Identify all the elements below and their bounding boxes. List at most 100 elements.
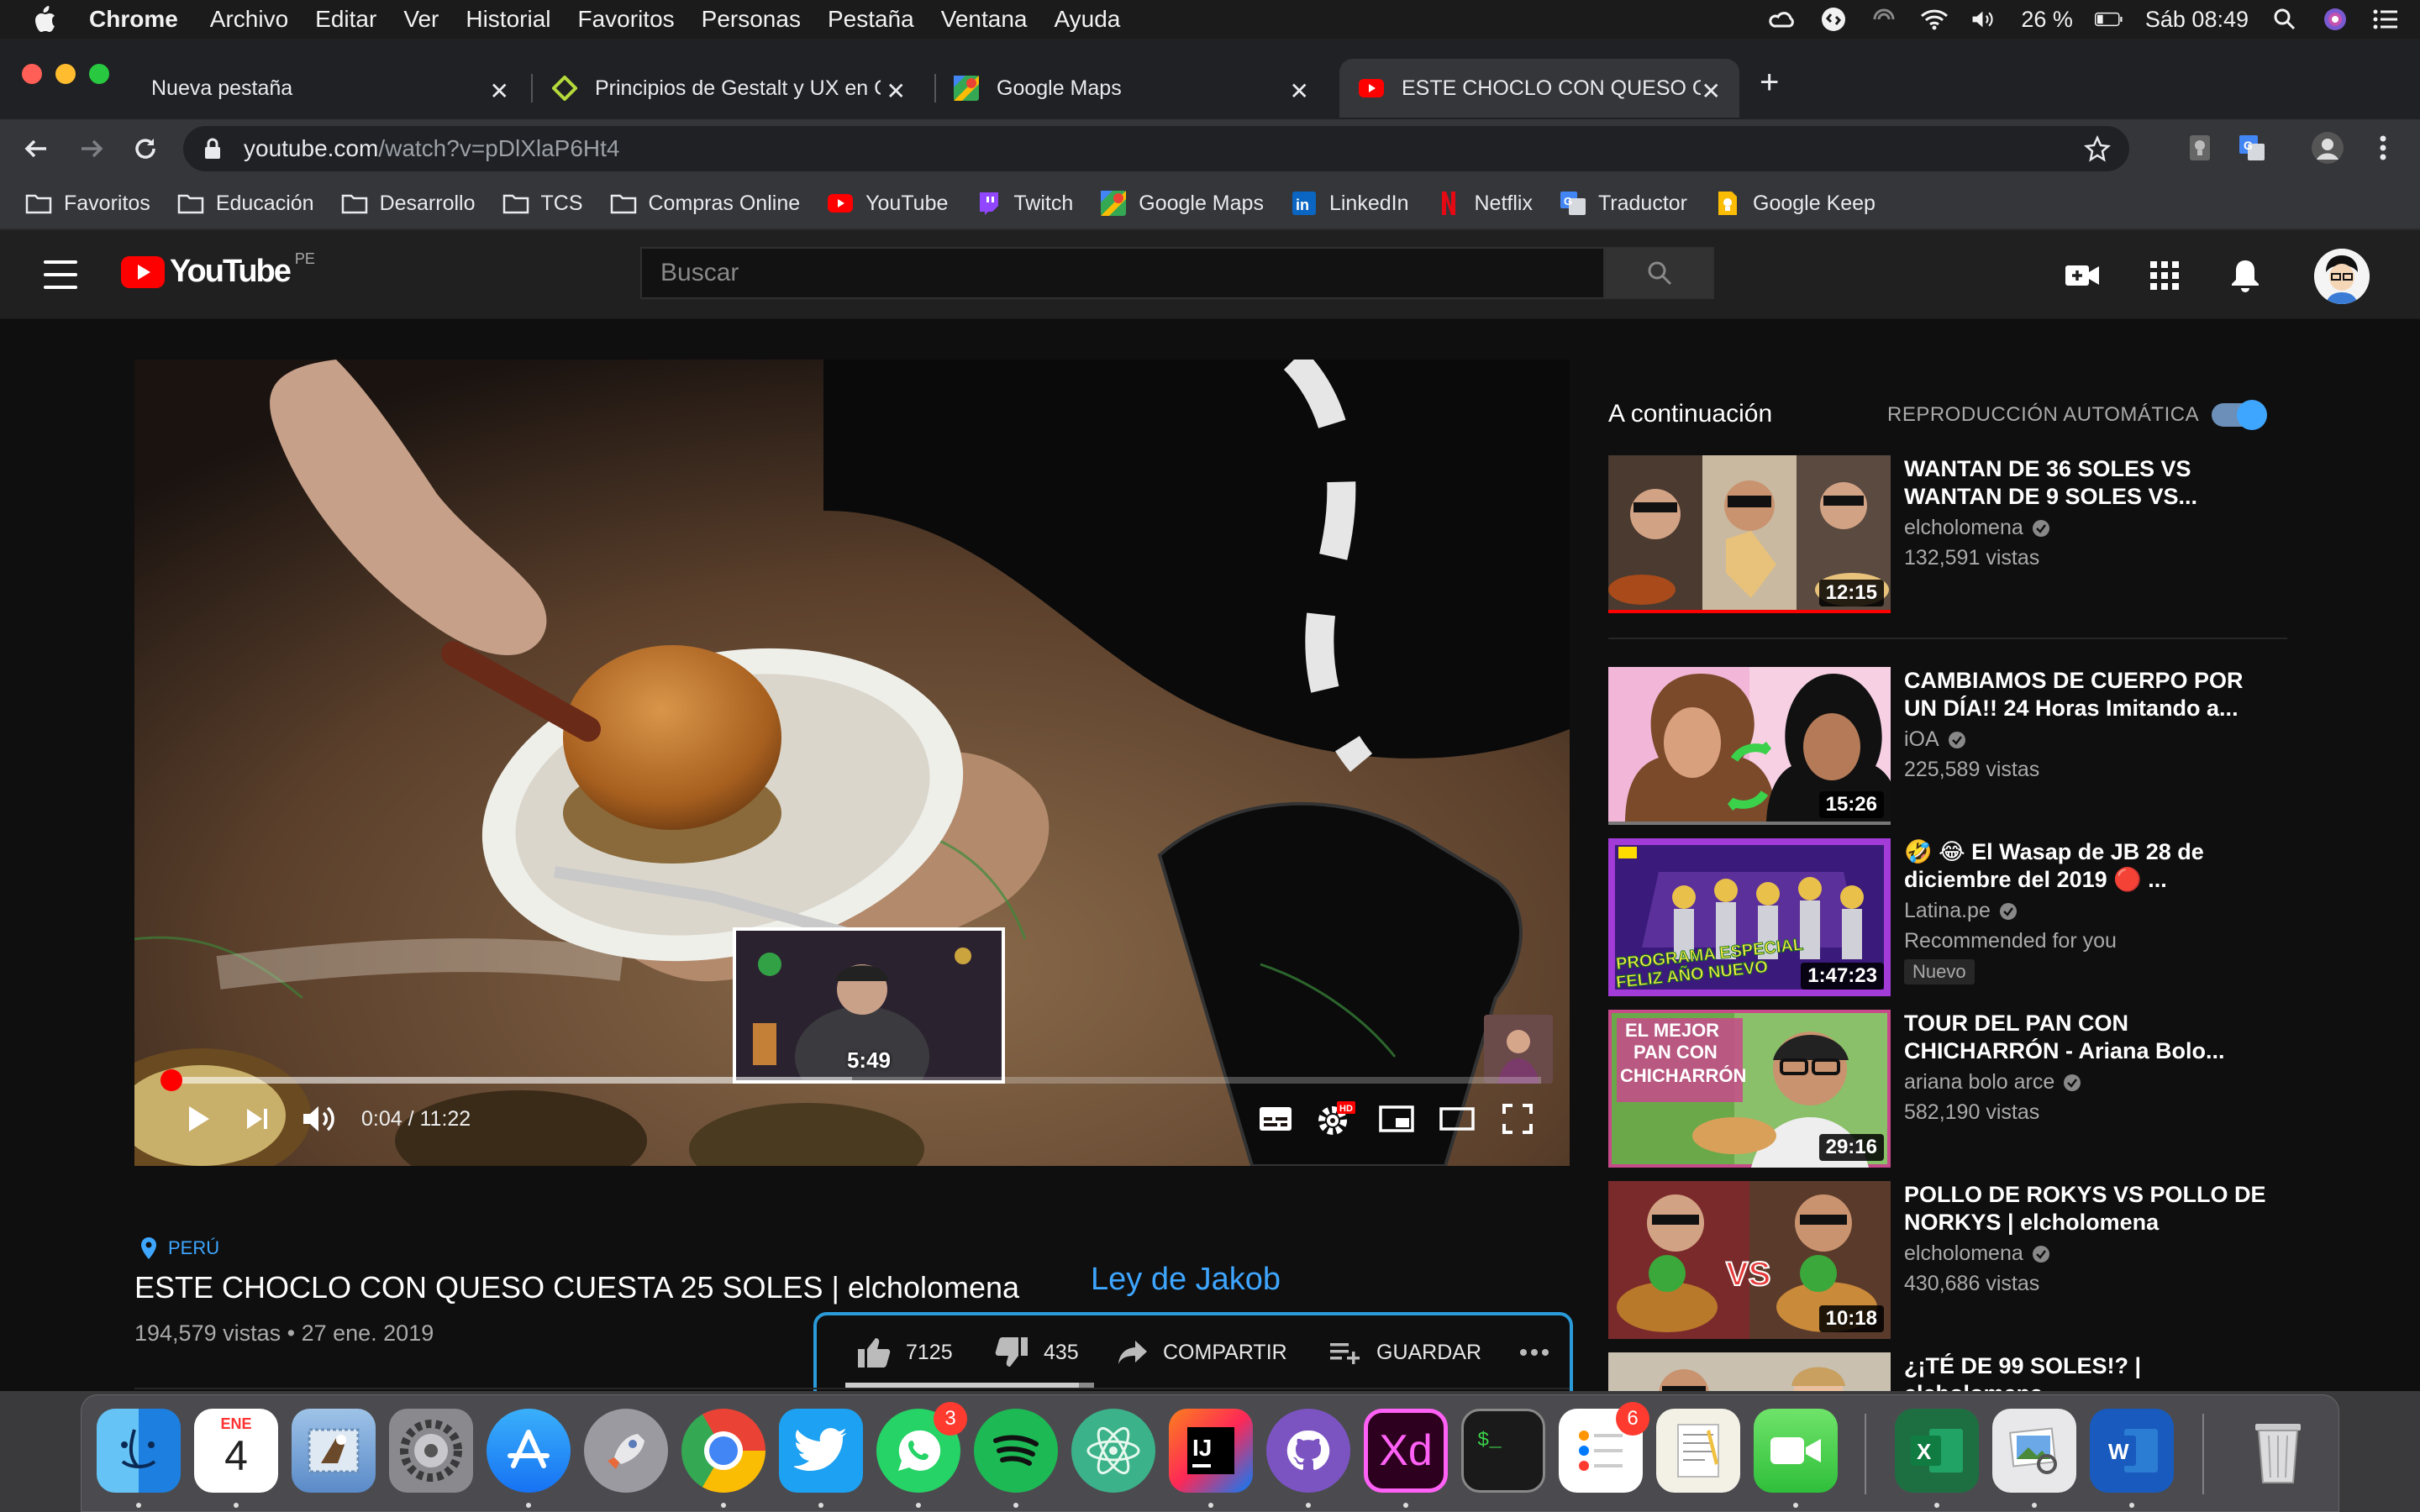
play-button[interactable] <box>178 1099 218 1139</box>
rec-channel[interactable]: elcholomena <box>1904 1242 2050 1266</box>
translate-extension-icon[interactable]: G <box>2235 131 2269 165</box>
rec-channel[interactable]: Latina.pe <box>1904 899 2018 923</box>
create-video-icon[interactable] <box>2064 257 2101 294</box>
activity-icon[interactable] <box>1870 5 1898 34</box>
siri-icon[interactable] <box>2321 5 2349 34</box>
close-tab-icon[interactable]: ✕ <box>490 77 509 105</box>
close-tab-icon[interactable]: ✕ <box>1702 77 1721 105</box>
progress-scrubber[interactable] <box>160 1069 182 1091</box>
calendar-icon[interactable]: ENE 4 <box>194 1409 278 1493</box>
recommended-video[interactable]: ¿¡TÉ DE 99 SOLES!? | elcholomena <box>1608 1352 2314 1391</box>
chrome-menu-icon[interactable] <box>2366 131 2400 165</box>
bookmark-desarrollo[interactable]: Desarrollo <box>341 192 476 216</box>
video-thumbnail[interactable]: PROGRAMA ESPECIAL FELIZ AÑO NUEVO 1:47:23 <box>1608 838 1891 996</box>
system-preferences-icon[interactable] <box>389 1409 473 1493</box>
rec-title[interactable]: WANTAN DE 36 SOLES VS WANTAN DE 9 SOLES … <box>1904 455 2274 511</box>
next-video-button[interactable] <box>237 1099 277 1139</box>
mute-button[interactable] <box>299 1099 339 1139</box>
forward-button[interactable] <box>72 129 111 168</box>
subtitles-button[interactable] <box>1255 1099 1296 1139</box>
finder-icon[interactable] <box>97 1409 181 1493</box>
reload-button[interactable] <box>126 129 165 168</box>
tab-gestalt[interactable]: Principios de Gestalt y UX en Cu ✕ <box>534 59 924 118</box>
atom-icon[interactable] <box>1071 1409 1155 1493</box>
preview-icon[interactable] <box>1992 1409 2076 1493</box>
rec-channel[interactable]: elcholomena <box>1904 516 2050 540</box>
save-button[interactable]: GUARDAR <box>1329 1332 1481 1373</box>
bookmark-netflix[interactable]: Netflix <box>1435 192 1533 216</box>
video-thumbnail[interactable]: VS 10:18 <box>1608 1181 1891 1339</box>
recommended-video[interactable]: VS 10:18 POLLO DE ROKYS VS POLLO DE NORK… <box>1608 1181 2314 1341</box>
rec-channel[interactable]: iOA <box>1904 727 1966 752</box>
location-tag[interactable]: PERÚ <box>139 1236 219 1260</box>
bookmark-star-icon[interactable] <box>2084 134 2111 168</box>
tab-google-maps[interactable]: Google Maps ✕ <box>938 59 1328 118</box>
bookmark-google-keep[interactable]: Google Keep <box>1714 192 1876 216</box>
menu-app-name[interactable]: Chrome <box>89 6 178 33</box>
spotify-icon[interactable] <box>974 1409 1058 1493</box>
recommended-video[interactable]: 12:15 WANTAN DE 36 SOLES VS WANTAN DE 9 … <box>1608 455 2314 615</box>
github-desktop-icon[interactable] <box>1266 1409 1350 1493</box>
video-player[interactable]: 5:49 0:04 / 11:22 HD <box>134 360 1570 1166</box>
menu-archivo[interactable]: Archivo <box>210 6 288 33</box>
close-tab-icon[interactable]: ✕ <box>1290 77 1309 105</box>
menu-historial[interactable]: Historial <box>466 6 550 33</box>
rec-title[interactable]: ¿¡TÉ DE 99 SOLES!? | elcholomena <box>1904 1352 2274 1391</box>
rec-title[interactable]: TOUR DEL PAN CON CHICHARRÓN - Ariana Bol… <box>1904 1010 2274 1065</box>
zoom-window-button[interactable] <box>89 64 109 84</box>
video-thumbnail[interactable] <box>1608 1352 1891 1391</box>
menu-personas[interactable]: Personas <box>702 6 801 33</box>
apps-grid-icon[interactable] <box>2146 257 2183 294</box>
menu-ayuda[interactable]: Ayuda <box>1054 6 1120 33</box>
volume-icon[interactable] <box>1970 5 1999 34</box>
terminal-icon[interactable]: $_ <box>1461 1409 1545 1493</box>
creative-cloud-icon[interactable] <box>1769 5 1797 34</box>
shazam-icon[interactable] <box>1819 5 1848 34</box>
menu-favoritos[interactable]: Favoritos <box>578 6 675 33</box>
close-tab-icon[interactable]: ✕ <box>886 77 906 105</box>
tab-nueva-pestana[interactable]: Nueva pestaña ✕ <box>134 59 528 118</box>
back-button[interactable] <box>17 129 55 168</box>
profile-avatar-icon[interactable] <box>2311 131 2344 165</box>
youtube-logo[interactable]: YouTube PE <box>121 250 315 290</box>
bookmark-educacion[interactable]: Educación <box>177 192 314 216</box>
launchpad-icon[interactable] <box>584 1409 668 1493</box>
progress-bar[interactable] <box>160 1069 1541 1091</box>
clock[interactable]: Sáb 08:49 <box>2145 7 2249 33</box>
word-icon[interactable]: W <box>2090 1409 2174 1493</box>
video-thumbnail[interactable]: 12:15 <box>1608 455 1891 613</box>
battery-icon[interactable] <box>2094 5 2123 34</box>
bookmark-google-maps[interactable]: Google Maps <box>1100 191 1264 216</box>
video-thumbnail[interactable]: EL MEJOR PAN CON CHICHARRÓN 29:16 <box>1608 1010 1891 1168</box>
new-tab-button[interactable]: + <box>1760 66 1779 99</box>
video-thumbnail[interactable]: 15:26 <box>1608 667 1891 825</box>
rec-title[interactable]: CAMBIAMOS DE CUERPO POR UN DÍA!! 24 Hora… <box>1904 667 2274 722</box>
wifi-icon[interactable] <box>1920 5 1949 34</box>
like-button[interactable]: 7125 <box>857 1332 953 1373</box>
bookmark-favoritos[interactable]: Favoritos <box>25 192 150 216</box>
twitter-icon[interactable] <box>779 1409 863 1493</box>
address-bar[interactable]: youtube.com/watch?v=pDlXlaP6Ht4 <box>183 126 2129 171</box>
hamburger-menu-icon[interactable] <box>44 260 77 289</box>
menu-ver[interactable]: Ver <box>403 6 439 33</box>
miniplayer-button[interactable] <box>1376 1099 1417 1139</box>
autoplay-toggle[interactable] <box>2212 400 2267 430</box>
recommended-video[interactable]: EL MEJOR PAN CON CHICHARRÓN 29:16 TOUR DEL… <box>1608 1010 2314 1169</box>
reminders-icon[interactable]: 6 <box>1559 1402 1649 1493</box>
bookmark-linkedin[interactable]: in LinkedIn <box>1291 192 1408 216</box>
facetime-icon[interactable] <box>1754 1409 1838 1493</box>
bookmark-compras-online[interactable]: Compras Online <box>610 192 800 216</box>
menu-ventana[interactable]: Ventana <box>941 6 1028 33</box>
rec-title[interactable]: POLLO DE ROKYS VS POLLO DE NORKYS | elch… <box>1904 1181 2274 1236</box>
settings-button[interactable]: HD <box>1316 1099 1356 1139</box>
apple-menu-icon[interactable] <box>32 6 59 33</box>
lock-icon[interactable] <box>203 136 225 161</box>
menu-editar[interactable]: Editar <box>315 6 376 33</box>
mail-icon[interactable] <box>292 1409 376 1493</box>
bookmark-traductor[interactable]: G Traductor <box>1560 192 1687 216</box>
adobe-xd-icon[interactable]: Xd <box>1364 1409 1448 1493</box>
rec-title[interactable]: 🤣 😂 El Wasap de JB 28 de diciembre del 2… <box>1904 838 2274 894</box>
more-actions-button[interactable] <box>1519 1332 1549 1373</box>
bookmark-youtube[interactable]: YouTube <box>827 192 948 216</box>
dislike-button[interactable]: 435 <box>995 1332 1079 1373</box>
